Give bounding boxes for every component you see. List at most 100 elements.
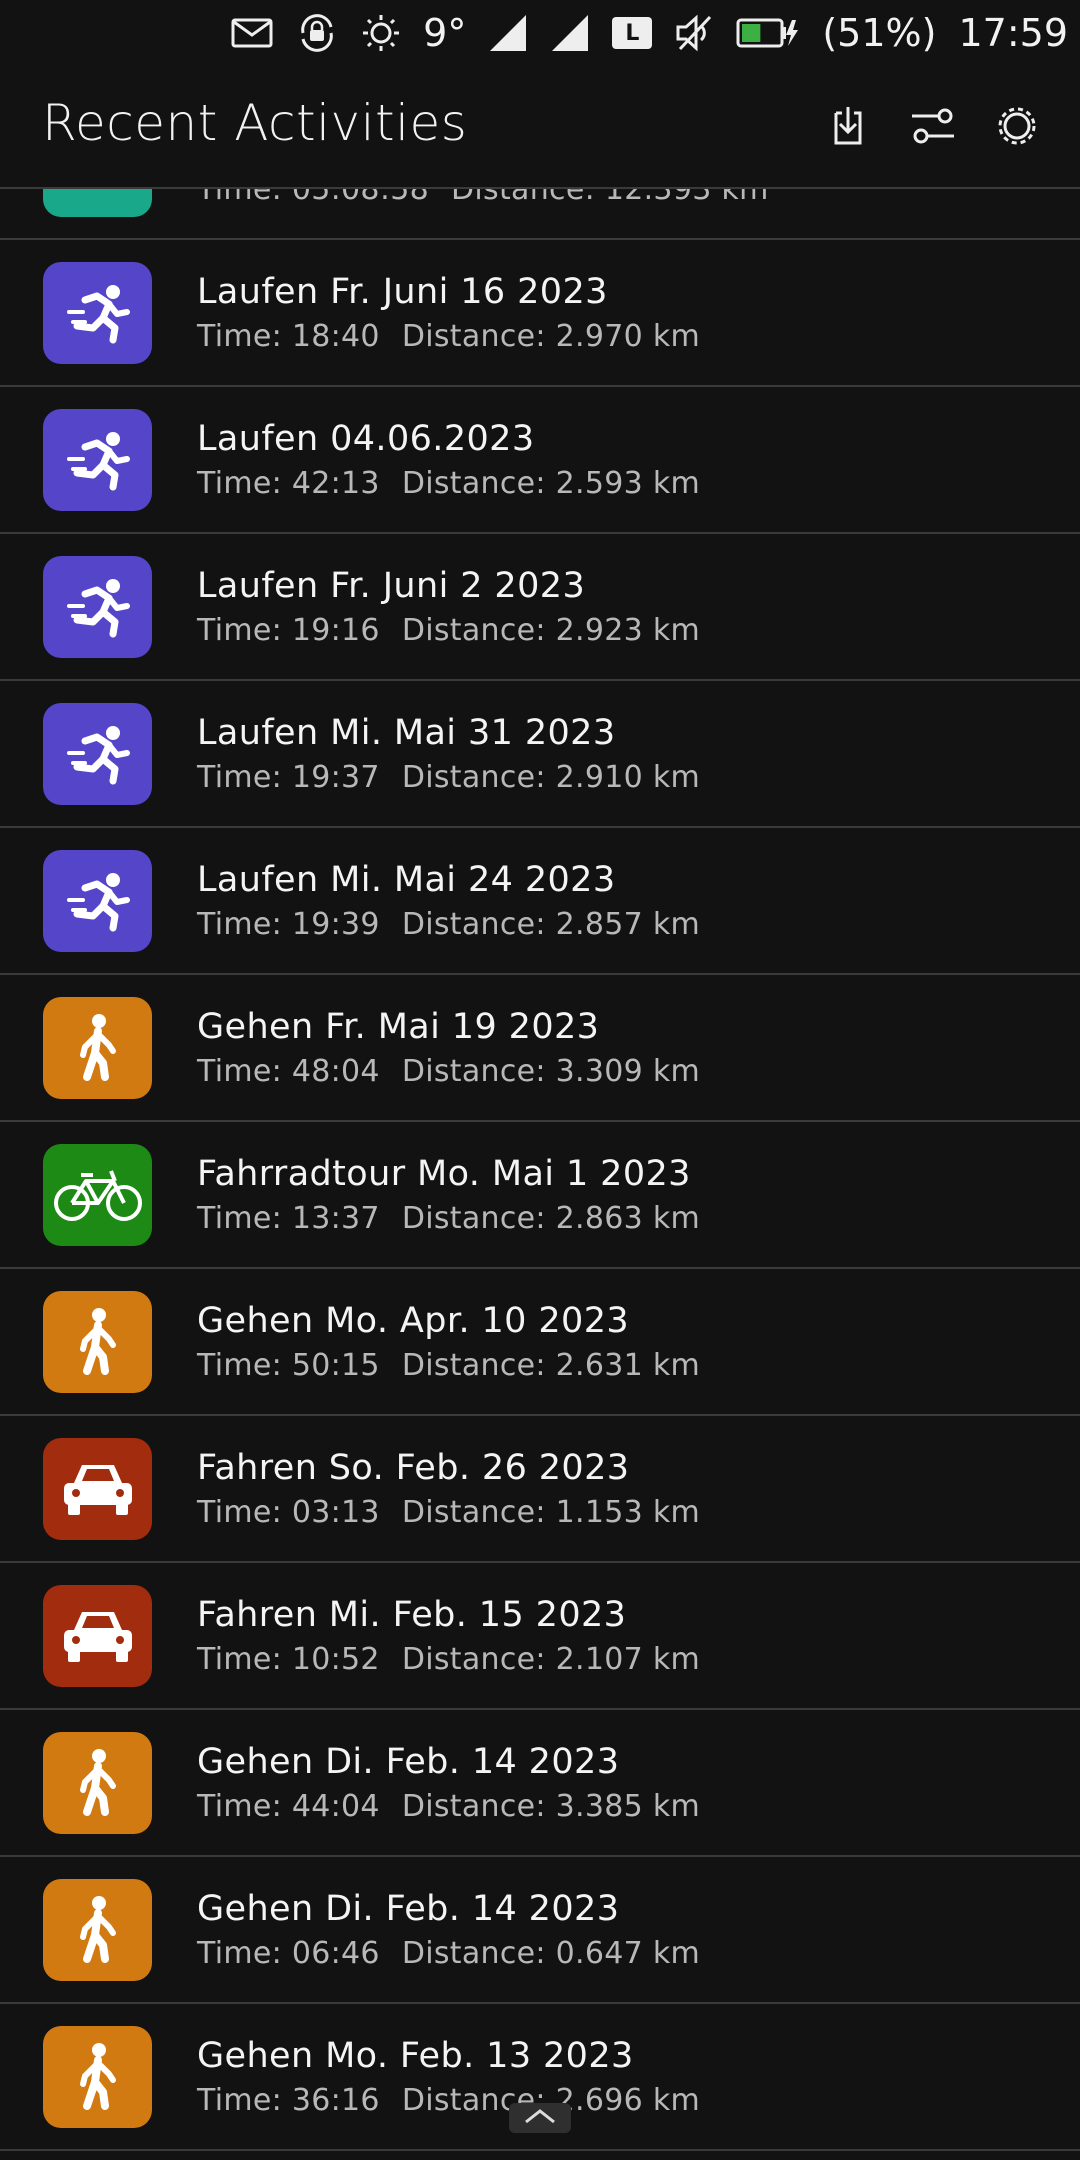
activity-row[interactable]: Fahrradtour Mo. Mai 1 2023 Time: 13:37 Dis… (0, 1122, 1080, 1269)
running-icon (63, 282, 133, 344)
walk-tile (43, 997, 152, 1099)
activity-name: Laufen Mi. Mai 24 2023 (197, 860, 616, 900)
activity-distance: Distance: 1.153 km (401, 1495, 701, 1530)
battery-percent: (51%) (822, 11, 937, 55)
activity-name: Gehen Di. Feb. 14 2023 (197, 1889, 620, 1929)
running-icon (63, 723, 133, 785)
activity-row[interactable]: Fahren Mi. Feb. 15 2023 Time: 10:52 Distan… (0, 1563, 1080, 1710)
activity-meta: Time: 19:16 Distance: 2.923 km (197, 613, 700, 648)
activity-time: Time: 05:08:58 (197, 189, 429, 207)
activity-distance: Distance: 2.857 km (401, 907, 701, 942)
activity-meta: Time: 18:40 Distance: 2.970 km (197, 319, 700, 354)
activity-name: Gehen Di. Feb. 14 2023 (197, 1742, 620, 1782)
activity-meta: Time: 03:13 Distance: 1.153 km (197, 1495, 700, 1530)
activity-name: Gehen Mo. Feb. 13 2023 (197, 2036, 634, 2076)
activity-row[interactable]: Laufen Mi. Mai 31 2023 Time: 19:37 Distanc… (0, 681, 1080, 828)
activity-meta: Time: 42:13 Distance: 2.593 km (197, 466, 700, 501)
partial-tile (43, 189, 152, 217)
drive-tile (43, 1438, 152, 1540)
activity-name: Laufen Fr. Juni 2 2023 (197, 566, 586, 606)
activity-time: Time: 19:37 (197, 760, 380, 795)
activity-time: Time: 19:39 (197, 907, 380, 942)
bike-tile (43, 1144, 152, 1246)
running-icon (63, 870, 133, 932)
activity-name: Gehen Fr. Mai 19 2023 (197, 1007, 600, 1047)
activity-meta: Time: 10:52 Distance: 2.107 km (197, 1642, 700, 1677)
activity-time: Time: 50:15 (197, 1348, 380, 1383)
activity-time: Time: 44:04 (197, 1789, 380, 1824)
activity-name: Laufen Mi. Mai 31 2023 (197, 713, 616, 753)
walking-icon (73, 1307, 123, 1377)
temperature-label: 9° (423, 11, 467, 55)
activity-meta: Time: 36:16 Distance: 2.696 km (197, 2083, 700, 2118)
filter-button[interactable] (905, 100, 961, 156)
activity-distance: Distance: 3.309 km (401, 1054, 701, 1089)
activity-name: Laufen 04.06.2023 (197, 419, 535, 459)
activity-row[interactable]: Fahren So. Feb. 26 2023 Time: 03:13 Distan… (0, 1416, 1080, 1563)
app-header: Recent Activities (0, 66, 1080, 189)
signal-icon (488, 13, 528, 53)
activity-time: Time: 19:16 (197, 613, 380, 648)
activity-time: Time: 03:13 (197, 1495, 380, 1530)
activity-row[interactable]: Gehen Fr. Mai 19 2023 Time: 48:04 Distance… (0, 975, 1080, 1122)
running-icon (63, 429, 133, 491)
activity-distance: Distance: 2.910 km (401, 760, 701, 795)
filter-icon (910, 106, 956, 150)
activity-distance: Distance: 12.393 km (451, 189, 769, 207)
network-label: L (612, 17, 653, 49)
activity-icon (68, 189, 128, 196)
activity-name: Laufen Fr. Juni 16 2023 (197, 272, 608, 312)
activity-time: Time: 10:52 (197, 1642, 380, 1677)
bicycle-icon (53, 1167, 143, 1223)
battery-icon (736, 16, 800, 50)
walk-tile (43, 2026, 152, 2128)
activity-meta: Time: 44:04 Distance: 3.385 km (197, 1789, 700, 1824)
activity-meta: Time: 05:08:58 Distance: 12.393 km (197, 189, 769, 207)
signal-icon (550, 13, 590, 53)
activity-row[interactable]: Gehen Di. Feb. 14 2023 Time: 06:46 Distanc… (0, 1857, 1080, 2004)
run-tile (43, 850, 152, 952)
mute-icon (674, 13, 714, 53)
activity-row[interactable]: Gehen Di. Feb. 14 2023 Time: 44:04 Distanc… (0, 1710, 1080, 1857)
run-tile (43, 409, 152, 511)
activity-time: Time: 13:37 (197, 1201, 380, 1236)
activity-meta: Time: 19:39 Distance: 2.857 km (197, 907, 700, 942)
walking-icon (73, 1895, 123, 1965)
clock: 17:59 (958, 11, 1068, 55)
activity-meta: Time: 48:04 Distance: 3.309 km (197, 1054, 700, 1089)
activity-row[interactable]: Laufen Mi. Mai 24 2023 Time: 19:39 Distanc… (0, 828, 1080, 975)
activity-row[interactable]: Gehen Mo. Apr. 10 2023 Time: 50:15 Distanc… (0, 1269, 1080, 1416)
activity-time: Time: 42:13 (197, 466, 380, 501)
import-icon (828, 103, 868, 153)
activity-name: Gehen Mo. Apr. 10 2023 (197, 1301, 630, 1341)
activity-row[interactable]: Time: 05:08:58 Distance: 12.393 km (0, 189, 1080, 240)
walk-tile (43, 1732, 152, 1834)
activity-distance: Distance: 2.863 km (401, 1201, 701, 1236)
activity-distance: Distance: 0.647 km (401, 1936, 701, 1971)
activity-row[interactable]: Laufen Fr. Juni 16 2023 Time: 18:40 Distan… (0, 240, 1080, 387)
mail-icon (231, 18, 273, 48)
activity-distance: Distance: 2.970 km (401, 319, 701, 354)
activity-meta: Time: 06:46 Distance: 0.647 km (197, 1936, 700, 1971)
activity-name: Fahrradtour Mo. Mai 1 2023 (197, 1154, 691, 1194)
walking-icon (73, 1013, 123, 1083)
activity-list[interactable]: Time: 05:08:58 Distance: 12.393 km Laufen … (0, 189, 1080, 2160)
brightness-icon (361, 13, 401, 53)
lte-icon: L (612, 17, 653, 49)
drive-tile (43, 1585, 152, 1687)
activity-name: Fahren Mi. Feb. 15 2023 (197, 1595, 627, 1635)
page-title: Recent Activities (42, 94, 468, 152)
scroll-to-top-button[interactable] (509, 2103, 571, 2133)
activity-row[interactable]: Laufen Fr. Juni 2 2023 Time: 19:16 Distanc… (0, 534, 1080, 681)
run-tile (43, 556, 152, 658)
activity-distance: Distance: 3.385 km (401, 1789, 701, 1824)
rotation-lock-icon (295, 13, 339, 53)
run-tile (43, 703, 152, 805)
settings-button[interactable] (989, 100, 1045, 156)
activity-distance: Distance: 2.631 km (401, 1348, 701, 1383)
car-icon (60, 1459, 136, 1519)
activity-row[interactable]: Laufen 04.06.2023 Time: 42:13 Distance: 2.… (0, 387, 1080, 534)
walk-tile (43, 1879, 152, 1981)
activity-name: Fahren So. Feb. 26 2023 (197, 1448, 630, 1488)
import-button[interactable] (820, 100, 876, 156)
